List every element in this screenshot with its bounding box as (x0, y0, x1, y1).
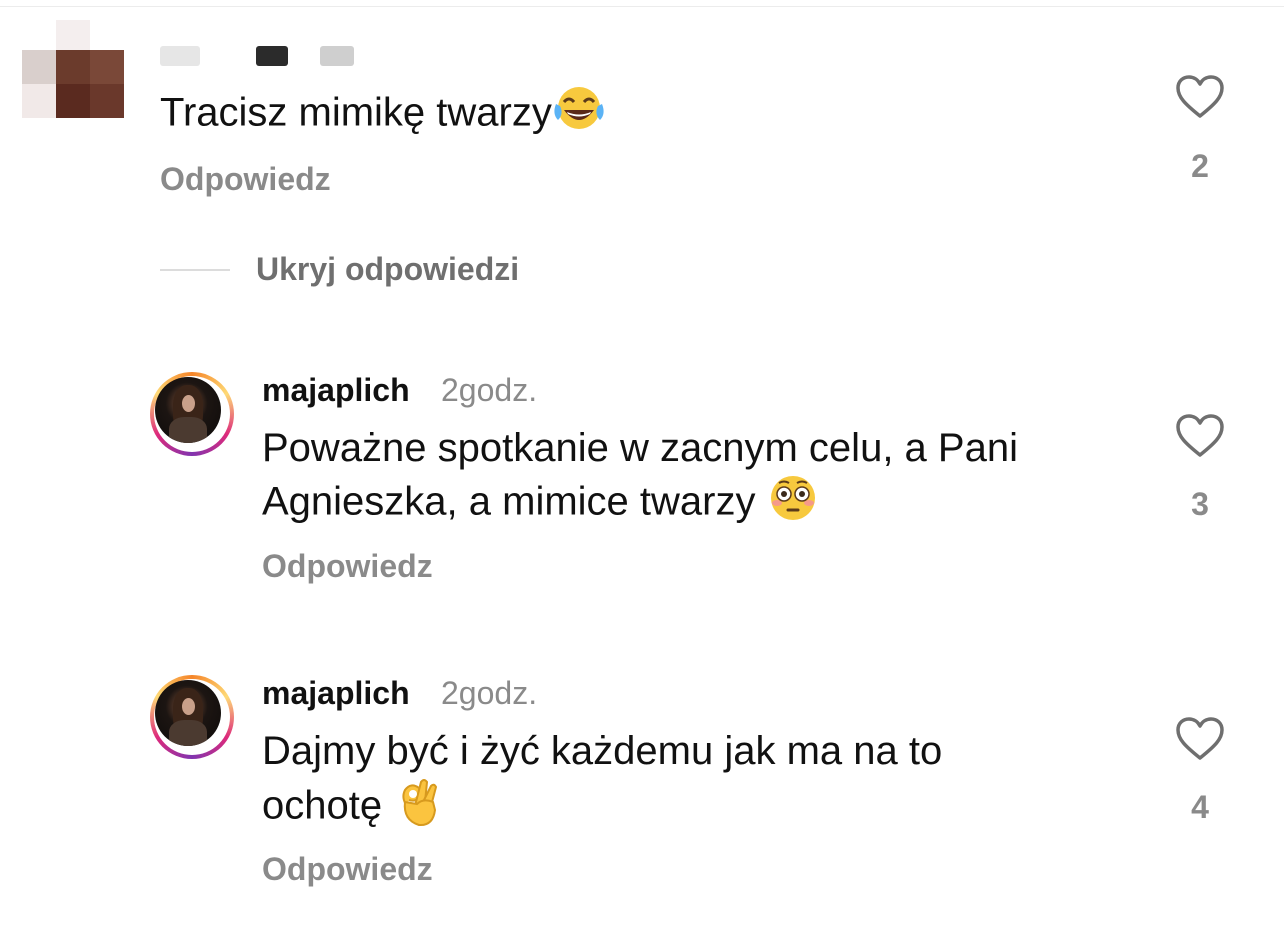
like-count: 4 (1191, 789, 1209, 825)
profile-photo (155, 680, 221, 746)
comment-text-line: Dajmy być i żyć każdemu jak ma na to (262, 729, 943, 773)
username[interactable]: majaplich (262, 372, 410, 409)
avatar[interactable] (150, 675, 234, 759)
profile-photo (155, 377, 221, 443)
comment-text-content: Tracisz mimikę twarzy (160, 90, 552, 135)
like-count: 2 (1191, 148, 1209, 184)
comment-text: ochotę (262, 776, 441, 840)
comment-text-line: Agnieszka, a mimice twarzy (262, 479, 756, 524)
top-divider (0, 6, 1284, 7)
heart-icon[interactable] (1175, 716, 1225, 762)
comment-text: Agnieszka, a mimice twarzy (262, 473, 819, 535)
comment-text: Tracisz mimikę twarzy (160, 84, 606, 146)
avatar[interactable] (22, 20, 124, 122)
heart-icon[interactable] (1175, 413, 1225, 459)
replies-divider (160, 269, 230, 271)
like-count: 3 (1191, 486, 1209, 522)
comment-text-line: ochotę (262, 783, 383, 828)
obscured-username (160, 46, 200, 66)
timestamp: 2godz. (441, 675, 538, 711)
avatar[interactable] (150, 372, 234, 456)
reply-button[interactable]: Odpowiedz (262, 548, 433, 585)
flushed-face-emoji (767, 473, 819, 535)
heart-icon[interactable] (1175, 74, 1225, 120)
ok-hand-emoji (393, 776, 441, 840)
username[interactable]: majaplich (262, 675, 410, 712)
obscured-username (256, 46, 288, 66)
comment-text-line: Poważne spotkanie w zacnym celu, a Pani (262, 426, 1018, 470)
timestamp: 2godz. (441, 372, 538, 408)
reply-button[interactable]: Odpowiedz (262, 851, 433, 888)
tears-of-joy-emoji (552, 84, 606, 146)
hide-replies-button[interactable]: Ukryj odpowiedzi (256, 251, 519, 288)
reply-button[interactable]: Odpowiedz (160, 161, 331, 198)
obscured-timestamp (320, 46, 354, 66)
